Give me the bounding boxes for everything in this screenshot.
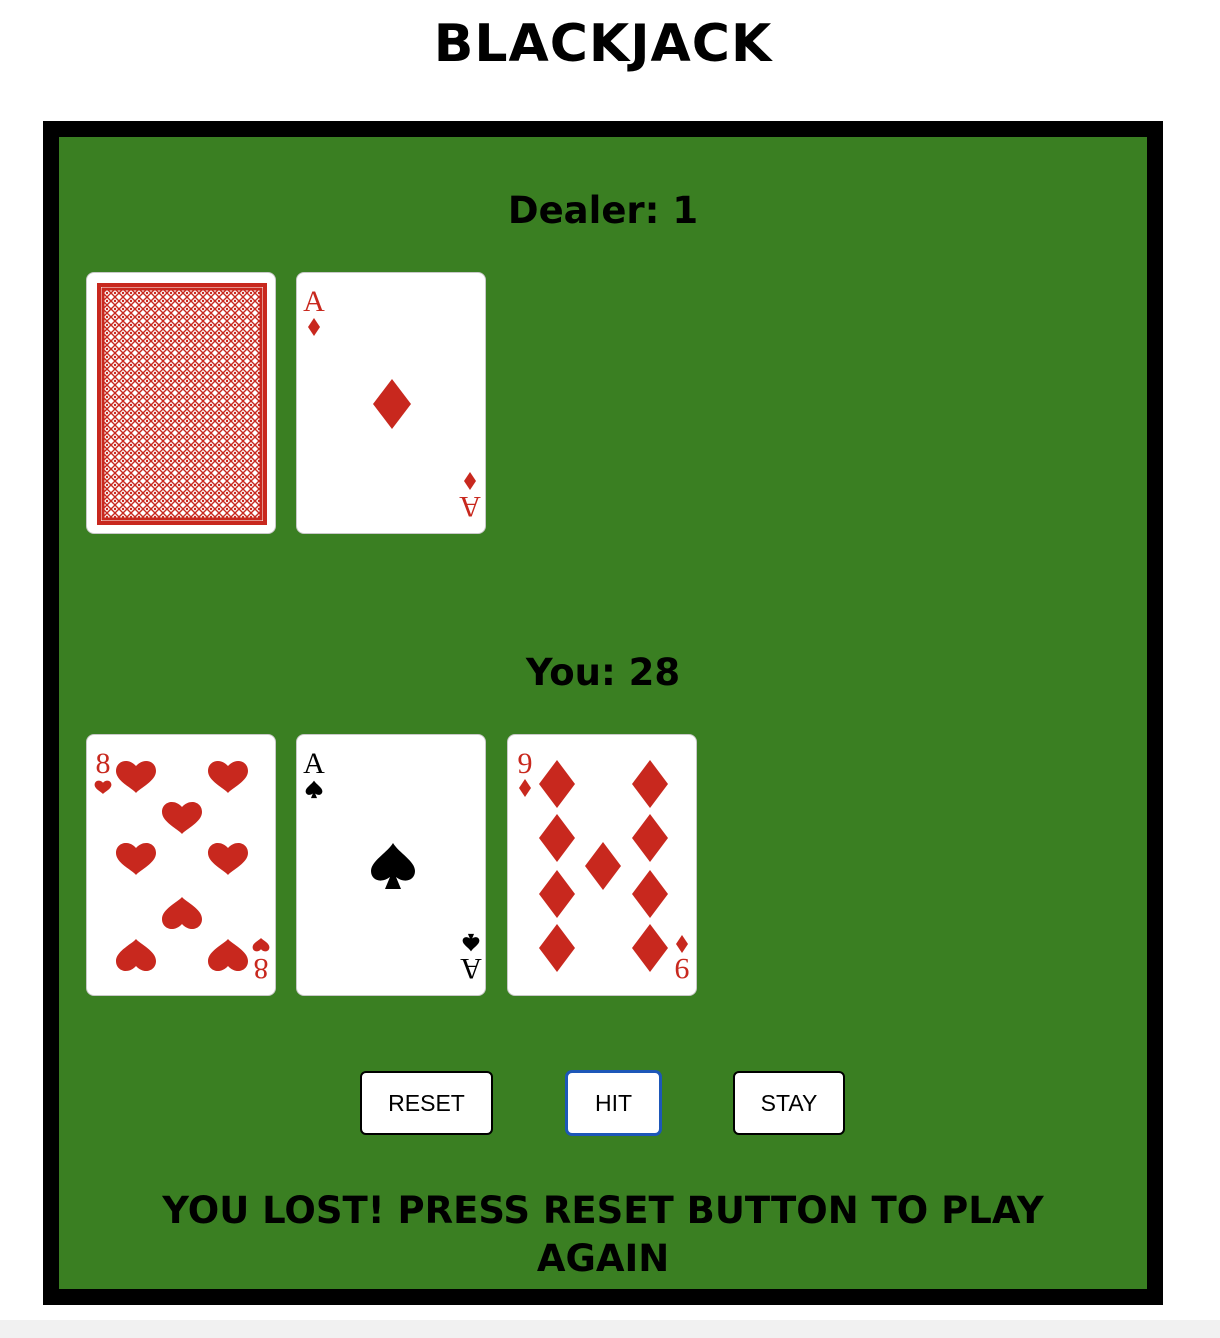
stay-button[interactable]: STAY [733, 1071, 845, 1135]
diamond-icon [632, 870, 668, 918]
diamond-icon [632, 760, 668, 808]
spade-icon [305, 780, 323, 799]
dealer-card-2: A A [296, 272, 486, 534]
heart-icon [208, 842, 248, 875]
card-rank-top: 8 [96, 747, 111, 780]
player-card-2: A A [296, 734, 486, 996]
diamond-icon [539, 924, 575, 972]
reset-button[interactable]: RESET [360, 1071, 493, 1135]
card-rank-bottom: A [460, 952, 482, 985]
diamond-icon [632, 814, 668, 862]
heart-icon [252, 937, 270, 952]
player-card-1: 8 8 [86, 734, 276, 996]
heart-icon [116, 939, 156, 972]
diamond-icon [539, 870, 575, 918]
diamond-icon [464, 472, 476, 490]
dealer-card-1-face-down [86, 272, 276, 534]
page-title: BLACKJACK [433, 14, 773, 74]
diamond-icon [539, 760, 575, 808]
card-rank-bottom: 8 [254, 952, 269, 985]
game-status-message: YOU LOST! PRESS RESET BUTTON TO PLAY AGA… [162, 1189, 1044, 1280]
player-card-3: 9 9 [507, 734, 697, 996]
diamond-icon [373, 379, 411, 429]
game-table: Dealer: 1 A A You: 28 8 8 A A 9 9 RESET … [43, 121, 1163, 1305]
diamond-icon [519, 779, 531, 797]
diamond-icon [676, 935, 688, 953]
diamond-icon [632, 924, 668, 972]
spade-icon [371, 843, 415, 889]
card-rank-bottom: 9 [675, 952, 690, 985]
dealer-score-label: Dealer: 1 [507, 189, 699, 232]
heart-icon [162, 801, 202, 834]
page-bottom-bar [0, 1320, 1220, 1338]
diamond-icon [585, 842, 621, 890]
diamond-icon [539, 814, 575, 862]
card-rank-top: A [303, 285, 325, 318]
card-rank-bottom: A [459, 490, 481, 523]
heart-icon [208, 939, 248, 972]
spade-icon [462, 933, 480, 952]
card-back-icon [97, 283, 267, 525]
card-rank-top: A [303, 747, 325, 780]
hit-button[interactable]: HIT [566, 1071, 661, 1135]
diamond-icon [308, 318, 320, 336]
heart-icon [116, 842, 156, 875]
heart-icon [116, 760, 156, 793]
heart-icon [208, 760, 248, 793]
heart-icon [162, 897, 202, 930]
heart-icon [94, 780, 112, 795]
card-rank-top: 9 [518, 747, 533, 780]
player-score-label: You: 28 [525, 651, 681, 694]
